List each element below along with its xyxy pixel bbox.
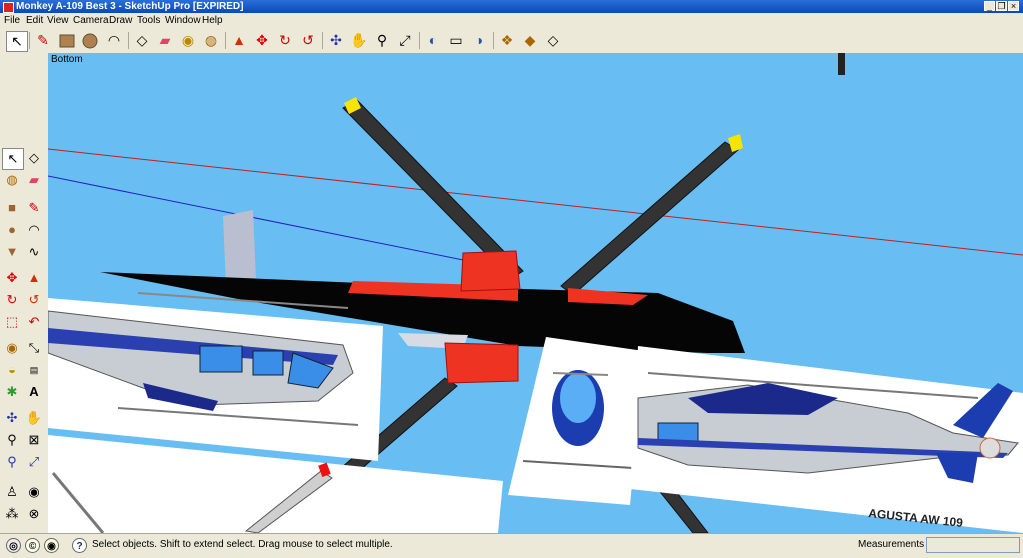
zoom-extents-icon[interactable]: ⤢	[24, 452, 44, 472]
3d-text-icon[interactable]: ◇	[543, 31, 563, 50]
reference-image-side-left	[48, 292, 383, 461]
main-toolbar: ↖ ✎ ◠ ◇ ▰ ◉ ◍ ▲ ✥ ↻ ↺ ✣ ✋ ⚲ ⤢ ◐ ▭ ◑ ❖ ◆ …	[0, 28, 1023, 54]
move-icon[interactable]: ✥	[2, 268, 22, 288]
geo-location-icon[interactable]: ◎	[6, 538, 21, 553]
rotor-tip-top	[838, 53, 845, 75]
pan-icon[interactable]: ✋	[349, 31, 369, 50]
tape-measure-icon[interactable]: ◉	[178, 31, 198, 50]
large-tool-set: ↖ ◇ ◍ ▰ ■ ✎ ● ◠ ▼ ∿ ✥ ▲ ↻ ↺ ⬚ ↶ ◉ ⤡ ◒ ▤ …	[0, 53, 49, 533]
select-icon[interactable]: ↖	[2, 148, 24, 170]
freehand-icon[interactable]: ∿	[24, 242, 44, 262]
title-bar: Monkey A-109 Best 3 - SketchUp Pro [EXPI…	[0, 0, 1023, 13]
rotate-icon[interactable]: ↻	[275, 31, 295, 50]
share-model-icon[interactable]: ▭	[446, 31, 466, 50]
protractor-icon[interactable]: ◒	[2, 360, 22, 380]
paint-bucket-icon[interactable]: ◍	[2, 170, 22, 190]
share-component-icon[interactable]: ◑	[469, 31, 489, 50]
follow-me-icon[interactable]: ↺	[298, 31, 318, 50]
previous-view-icon[interactable]: ⚲	[2, 452, 22, 472]
move-icon[interactable]: ✥	[252, 31, 272, 50]
look-around-icon[interactable]: ◉	[24, 482, 44, 502]
paint-bucket-icon[interactable]: ◍	[201, 31, 221, 50]
measurements-label: Measurements	[858, 539, 925, 550]
help-icon[interactable]: ?	[72, 538, 87, 553]
rectangle-icon[interactable]: ■	[2, 198, 22, 218]
arc-icon[interactable]: ◠	[24, 220, 44, 240]
text-icon[interactable]: ▤	[24, 360, 44, 380]
menu-bar: File Edit View Camera Draw Tools Window …	[0, 13, 1023, 28]
pan-icon[interactable]: ✋	[24, 408, 44, 428]
axes-icon[interactable]: ✱	[2, 382, 22, 402]
restore-button[interactable]: ❐	[996, 1, 1007, 11]
reference-image-side-right	[630, 346, 1023, 533]
select-tool-icon[interactable]: ↖	[6, 31, 28, 52]
menu-tools[interactable]: Tools	[137, 14, 160, 27]
app-icon	[3, 2, 14, 13]
orbit-icon[interactable]: ✣	[326, 31, 346, 50]
rotor-blade-ne	[560, 141, 739, 296]
make-component-icon[interactable]: ◇	[132, 31, 152, 50]
push-pull-icon[interactable]: ▲	[229, 31, 249, 50]
offset-icon[interactable]: ↶	[24, 312, 44, 332]
arc-tool-icon[interactable]: ◠	[104, 31, 124, 50]
menu-camera[interactable]: Camera	[73, 14, 109, 27]
tail-fin	[223, 210, 256, 286]
menu-edit[interactable]: Edit	[26, 14, 43, 27]
polygon-icon[interactable]: ▼	[2, 242, 22, 262]
rectangle-tool-icon[interactable]	[57, 31, 77, 50]
zoom-extents-icon[interactable]: ⤢	[395, 31, 415, 50]
rotate-icon[interactable]: ↻	[2, 290, 22, 310]
eraser-icon[interactable]: ▰	[24, 170, 44, 190]
measurements-field[interactable]	[926, 537, 1020, 553]
window-title: Monkey A-109 Best 3 - SketchUp Pro [EXPI…	[16, 1, 244, 12]
get-models-icon[interactable]: ◐	[423, 31, 443, 50]
position-camera-icon[interactable]: ♙	[2, 482, 22, 502]
circle-tool-icon[interactable]	[80, 31, 100, 50]
photo-textures-icon[interactable]: ❖	[497, 31, 517, 50]
user-icon[interactable]: ◉	[44, 538, 59, 553]
dimension-icon[interactable]: ⤡	[24, 338, 44, 358]
eraser-icon[interactable]: ▰	[155, 31, 175, 50]
rotor-hub-top	[460, 250, 521, 292]
close-button[interactable]: ×	[1008, 1, 1019, 11]
push-pull-icon[interactable]: ▲	[24, 268, 44, 288]
zoom-icon[interactable]: ⚲	[372, 31, 392, 50]
rotor-hub-bottom	[444, 342, 519, 384]
model-scene: AGUSTA AW 109	[48, 53, 1023, 533]
reference-image-front	[508, 337, 644, 505]
menu-help[interactable]: Help	[202, 14, 223, 27]
status-bar: ◎ © ◉ ? Select objects. Shift to extend …	[0, 533, 1023, 558]
menu-window[interactable]: Window	[165, 14, 201, 27]
walk-icon[interactable]: ⁂	[2, 504, 22, 524]
line-tool-icon[interactable]: ✎	[33, 31, 53, 50]
circle-icon[interactable]: ●	[2, 220, 22, 240]
fuselage-red-stripe-front	[568, 288, 648, 305]
menu-view[interactable]: View	[47, 14, 69, 27]
menu-draw[interactable]: Draw	[109, 14, 132, 27]
line-icon[interactable]: ✎	[24, 198, 44, 218]
3d-text-icon[interactable]: A	[24, 382, 44, 402]
status-message: Select objects. Shift to extend select. …	[92, 539, 393, 550]
menu-file[interactable]: File	[4, 14, 20, 27]
credits-icon[interactable]: ©	[25, 538, 40, 553]
minimize-button[interactable]: _	[984, 1, 995, 11]
zoom-icon[interactable]: ⚲	[2, 430, 22, 450]
scale-icon[interactable]: ⬚	[2, 312, 22, 332]
make-component-icon[interactable]: ◇	[24, 148, 44, 168]
section-plane-icon[interactable]: ⊗	[24, 504, 44, 524]
zoom-window-icon[interactable]: ⊠	[24, 430, 44, 450]
section-plane-icon[interactable]: ◆	[520, 31, 540, 50]
red-axis	[48, 148, 1023, 256]
drawing-viewport[interactable]: Bottom AGUSTA AW 109	[48, 53, 1023, 533]
tape-measure-icon[interactable]: ◉	[2, 338, 22, 358]
orbit-icon[interactable]: ✣	[2, 408, 22, 428]
follow-me-icon[interactable]: ↺	[24, 290, 44, 310]
